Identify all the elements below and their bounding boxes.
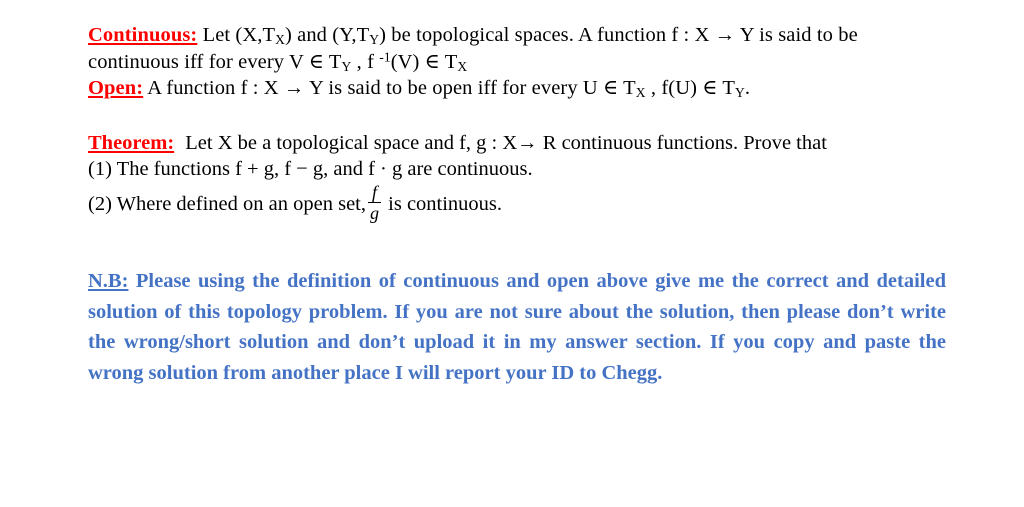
subscript-tx-1: X xyxy=(275,31,285,47)
theorem-block: Theorem: Let X be a topological space an… xyxy=(88,130,948,223)
definition-open: Open: A function f : X → Y is said to be… xyxy=(88,75,948,102)
definition-continuous-text-5: (V) ∈ T xyxy=(390,50,458,73)
note-paragraph: N.B: Please using the definition of cont… xyxy=(88,266,946,388)
subscript-ty-3: Y xyxy=(735,84,745,100)
subscript-ty-2: Y xyxy=(341,58,352,74)
definition-open-text-2: , f(U) ∈ T xyxy=(645,77,736,99)
fraction-f-over-g: fg xyxy=(368,181,382,223)
fraction-denominator: g xyxy=(370,202,380,223)
theorem-item-2-text-after: is continuous. xyxy=(388,192,503,215)
subscript-tx-3: X xyxy=(635,84,646,100)
definition-continuous-text-1: Let (X,T xyxy=(197,24,276,46)
fraction-numerator: f xyxy=(372,181,378,202)
theorem-item-1-number: (1) xyxy=(88,158,112,180)
document-content: Continuous: Let (X,TX) and (Y,TY) be top… xyxy=(88,22,948,388)
theorem-item-1-text: The functions f + g, f − g, and f · g ar… xyxy=(116,158,533,180)
theorem-item-2-text-before: Where defined on an open set, xyxy=(116,192,366,215)
definition-open-text-1: A function f : X → Y is said to be open … xyxy=(143,77,636,99)
definition-continuous: Continuous: Let (X,TX) and (Y,TY) be top… xyxy=(88,22,948,75)
note-label: N.B: xyxy=(88,270,129,293)
theorem-statement: Theorem: Let X be a topological space an… xyxy=(88,130,948,157)
subscript-ty-1: Y xyxy=(369,31,380,47)
definitions-block: Continuous: Let (X,TX) and (Y,TY) be top… xyxy=(88,22,948,102)
note-block: N.B: Please using the definition of cont… xyxy=(88,266,946,388)
theorem-statement-text: Let X be a topological space and f, g : … xyxy=(185,131,827,154)
definition-continuous-text-2: ) and (Y,T xyxy=(284,24,370,46)
note-text: Please using the definition of continuou… xyxy=(88,270,946,384)
document-page: Continuous: Let (X,TX) and (Y,TY) be top… xyxy=(0,0,1024,507)
definition-open-text-3: . xyxy=(744,77,751,99)
definition-continuous-label: Continuous: xyxy=(88,24,198,46)
theorem-item-2: (2) Where defined on an open set, f g is c… xyxy=(88,181,948,223)
theorem-item-1: (1) The functions f + g, f − g, and f · … xyxy=(88,156,948,183)
subscript-tx-2: X xyxy=(457,58,468,74)
theorem-label: Theorem: xyxy=(88,131,175,154)
theorem-item-2-number: (2) xyxy=(88,192,112,215)
definition-continuous-text-4: , f xyxy=(351,50,380,73)
definition-open-label: Open: xyxy=(88,77,144,99)
superscript-inverse: -1 xyxy=(379,49,391,65)
